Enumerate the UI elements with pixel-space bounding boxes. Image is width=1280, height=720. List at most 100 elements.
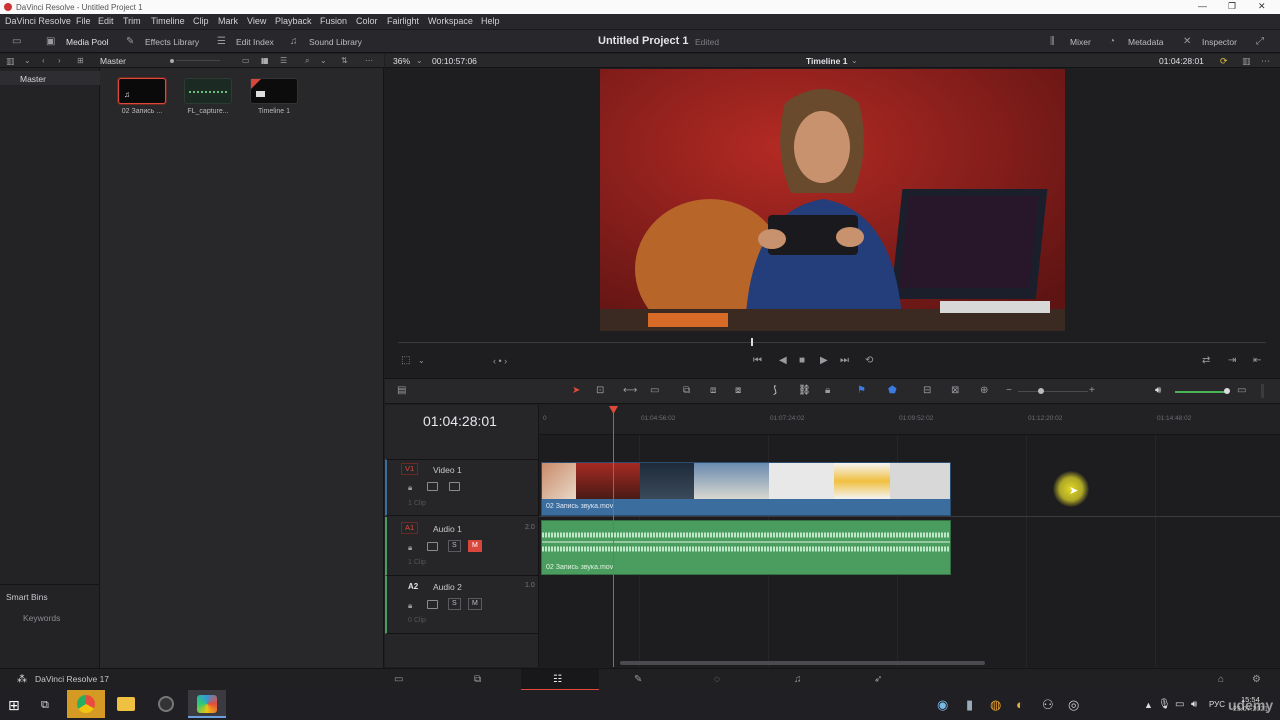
- expand-icon[interactable]: ⤢: [1256, 37, 1264, 47]
- cut-page-icon[interactable]: ⧉: [474, 675, 481, 685]
- zoom-detail-icon[interactable]: ⊠: [951, 386, 959, 396]
- viewer-scrub-bar[interactable]: [398, 342, 1266, 343]
- chevron-down-icon[interactable]: ⌄: [418, 356, 425, 366]
- clip-thumbnail-audio[interactable]: ♫: [118, 78, 166, 104]
- microphone-icon[interactable]: 🎙︎: [1158, 699, 1171, 710]
- lock-icon[interactable]: 🔒︎: [408, 543, 412, 553]
- go-to-end-icon[interactable]: ⏭: [840, 356, 849, 366]
- thumbnail-size-slider[interactable]: [170, 59, 174, 63]
- tray-app-icon[interactable]: ⚇: [1042, 697, 1054, 713]
- menu-color[interactable]: Color: [356, 16, 378, 26]
- menu-davinci[interactable]: DaVinci Resolve: [5, 16, 71, 26]
- track-name-audio-1[interactable]: Audio 1: [433, 524, 462, 534]
- media-page-icon[interactable]: ▭: [394, 675, 403, 685]
- play-reverse-icon[interactable]: ◀: [779, 356, 787, 366]
- linked-selection-icon[interactable]: ⛓: [798, 386, 811, 396]
- search-icon[interactable]: ⌕: [305, 56, 309, 66]
- sync-icon[interactable]: ⟳: [1220, 56, 1228, 66]
- zoom-full-icon[interactable]: ⊟: [923, 386, 931, 396]
- zoom-out-icon[interactable]: −: [1006, 386, 1012, 396]
- mute-button-active[interactable]: M: [468, 540, 482, 552]
- auto-select-icon[interactable]: [427, 542, 438, 551]
- selection-tool-icon[interactable]: ➤: [572, 386, 580, 396]
- insert-clip-icon[interactable]: ⧉: [683, 386, 690, 396]
- crop-icon[interactable]: ⬚: [401, 356, 410, 366]
- taskbar-explorer-icon[interactable]: [107, 690, 145, 718]
- chevron-down-icon[interactable]: ⌄: [851, 56, 858, 66]
- menu-workspace[interactable]: Workspace: [428, 16, 473, 26]
- deliver-page-icon[interactable]: ➶: [874, 675, 882, 685]
- volume-slider-handle[interactable]: [1224, 388, 1230, 394]
- overwrite-clip-icon[interactable]: ⧈: [710, 386, 716, 396]
- track-id-a1[interactable]: A1: [401, 522, 419, 534]
- tray-app-icon[interactable]: ▮: [966, 697, 973, 713]
- settings-gear-icon[interactable]: ⚙: [1252, 675, 1261, 685]
- chevron-down-icon[interactable]: ⌄: [320, 56, 327, 66]
- blade-tool-icon[interactable]: ▭: [650, 386, 659, 396]
- next-edit-icon[interactable]: ⇥: [1228, 356, 1236, 366]
- metadata-button[interactable]: Metadata: [1128, 37, 1163, 47]
- menu-mark[interactable]: Mark: [218, 16, 238, 26]
- lock-icon[interactable]: 🔒︎: [408, 483, 412, 493]
- previous-edit-icon[interactable]: ⇤: [1253, 356, 1261, 366]
- flag-icon[interactable]: ⚑: [857, 386, 866, 396]
- volume-icon[interactable]: 🔊︎: [1155, 386, 1161, 396]
- track-name-video-1[interactable]: Video 1: [433, 465, 462, 475]
- loop-icon[interactable]: ⟲: [865, 356, 873, 366]
- thumbnail-view-icon[interactable]: ▦: [261, 56, 269, 66]
- windows-start-icon[interactable]: ⊞: [8, 697, 20, 714]
- home-icon[interactable]: ⌂: [1218, 675, 1224, 685]
- video-clip[interactable]: 02 Запись звука.mov: [541, 462, 951, 516]
- timeline-thumbnail[interactable]: [250, 78, 298, 104]
- monitor-icon[interactable]: ▭: [12, 37, 21, 47]
- blender-icon[interactable]: ◍: [990, 697, 1001, 713]
- menu-playback[interactable]: Playback: [275, 16, 312, 26]
- dual-viewer-icon[interactable]: ▥: [1242, 56, 1251, 66]
- timeline-name[interactable]: Timeline 1: [806, 56, 847, 66]
- task-view-icon[interactable]: ⧉: [41, 699, 49, 712]
- scrub-playhead[interactable]: [751, 338, 753, 346]
- menu-file[interactable]: File: [76, 16, 91, 26]
- trim-tool-icon[interactable]: ⊡: [596, 386, 604, 396]
- taskbar-resolve-icon[interactable]: [147, 690, 185, 718]
- tray-app-icon[interactable]: ◉: [937, 697, 948, 713]
- playhead-line[interactable]: [613, 410, 614, 667]
- bin-list-icon[interactable]: ⊞: [77, 56, 84, 66]
- replace-clip-icon[interactable]: ⧇: [735, 386, 741, 396]
- match-frame-icon[interactable]: ⇄: [1202, 356, 1210, 366]
- forward-icon[interactable]: ›: [58, 56, 61, 66]
- mixer-button[interactable]: Mixer: [1070, 37, 1091, 47]
- track-id-v1[interactable]: V1: [401, 463, 419, 475]
- panel-layout-icon[interactable]: ▥: [6, 56, 15, 66]
- snapping-icon[interactable]: ⟆: [773, 386, 777, 396]
- timeline-view-options-icon[interactable]: ▤: [397, 386, 406, 396]
- auto-select-icon[interactable]: [427, 600, 438, 609]
- back-icon[interactable]: ‹: [42, 56, 45, 66]
- lock-icon[interactable]: 🔒︎: [408, 601, 412, 611]
- play-icon[interactable]: ▶: [820, 356, 828, 366]
- tray-expand-icon[interactable]: ▲: [1144, 700, 1153, 710]
- menu-trim[interactable]: Trim: [123, 16, 141, 26]
- solo-button[interactable]: S: [448, 540, 461, 552]
- chevron-down-icon[interactable]: ⌄: [416, 56, 423, 66]
- menu-edit[interactable]: Edit: [98, 16, 114, 26]
- close-icon[interactable]: ✕: [1258, 1, 1266, 12]
- battery-icon[interactable]: ▭: [1175, 699, 1184, 710]
- position-lock-icon[interactable]: 🔒︎: [825, 386, 830, 396]
- maximize-icon[interactable]: ❐: [1228, 1, 1236, 12]
- zoom-slider-handle[interactable]: [1038, 388, 1044, 394]
- zoom-level[interactable]: 36%: [393, 56, 410, 66]
- track-visibility-icon[interactable]: [449, 482, 460, 491]
- timeline-scrollbar[interactable]: [620, 661, 985, 665]
- sound-library-button[interactable]: Sound Library: [309, 37, 362, 47]
- track-id-a2[interactable]: A2: [408, 582, 418, 591]
- stop-icon[interactable]: ■: [799, 356, 805, 366]
- tray-app-icon[interactable]: ◐: [1016, 697, 1024, 712]
- inspector-button[interactable]: Inspector: [1202, 37, 1237, 47]
- mute-button[interactable]: M: [468, 598, 482, 610]
- bin-item-master[interactable]: Master: [0, 71, 100, 85]
- menu-clip[interactable]: Clip: [193, 16, 209, 26]
- volume-tray-icon[interactable]: 🔊︎: [1191, 699, 1197, 710]
- solo-button[interactable]: S: [448, 598, 461, 610]
- jog-control-icon[interactable]: ‹ • ›: [493, 356, 507, 366]
